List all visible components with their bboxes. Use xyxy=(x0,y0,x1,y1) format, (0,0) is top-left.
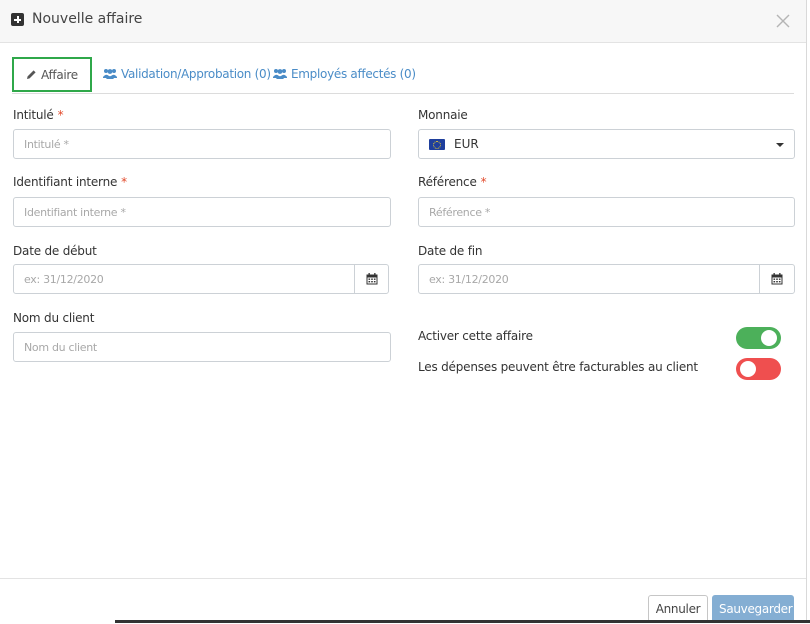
new-affaire-modal: Nouvelle affaire Affaire Validation/Appr… xyxy=(0,0,807,623)
nom-client-label: Nom du client xyxy=(13,311,95,325)
plus-square-icon xyxy=(11,13,24,26)
eu-flag-icon xyxy=(429,138,445,150)
monnaie-value: EUR xyxy=(454,137,479,151)
identifiant-label-text: Identifiant interne xyxy=(13,175,118,189)
reference-label-text: Référence xyxy=(418,175,477,189)
date-fin-input[interactable] xyxy=(418,264,760,294)
required-marker: * xyxy=(121,175,127,189)
pencil-icon xyxy=(27,70,36,79)
nom-client-input[interactable] xyxy=(13,332,391,362)
identifiant-label: Identifiant interne * xyxy=(13,175,127,189)
tab-bar: Affaire Validation/Approbation (0) Emplo… xyxy=(12,57,794,94)
date-debut-label: Date de début xyxy=(13,244,97,258)
required-marker: * xyxy=(480,175,487,189)
users-icon xyxy=(103,69,117,79)
toggle-knob xyxy=(740,361,756,377)
facturables-label: Les dépenses peuvent être facturables au… xyxy=(418,360,698,374)
save-button[interactable]: Sauvegarder xyxy=(712,595,794,623)
facturables-toggle[interactable] xyxy=(736,358,781,380)
calendar-icon xyxy=(366,273,377,285)
activer-label: Activer cette affaire xyxy=(418,329,533,343)
reference-input[interactable] xyxy=(418,197,795,227)
toggle-knob xyxy=(761,330,777,346)
date-debut-calendar-button[interactable] xyxy=(354,264,389,294)
monnaie-label: Monnaie xyxy=(418,108,468,122)
intitule-label: Intitulé * xyxy=(13,108,64,122)
date-fin-picker xyxy=(418,264,795,294)
required-marker: * xyxy=(57,108,64,122)
modal-header: Nouvelle affaire xyxy=(0,0,806,43)
modal-title: Nouvelle affaire xyxy=(32,11,143,27)
intitule-label-text: Intitulé xyxy=(13,108,54,122)
date-fin-calendar-button[interactable] xyxy=(759,264,795,294)
tab-employes[interactable]: Employés affectés (0) xyxy=(273,57,416,90)
chevron-down-icon xyxy=(776,143,784,147)
tab-validation-label: Validation/Approbation (0) xyxy=(121,66,271,81)
date-fin-label: Date de fin xyxy=(418,244,483,258)
users-icon xyxy=(273,69,287,79)
calendar-icon xyxy=(771,273,783,285)
activer-toggle[interactable] xyxy=(736,327,781,349)
intitule-input[interactable] xyxy=(13,129,391,159)
tab-affaire[interactable]: Affaire xyxy=(12,57,92,92)
date-debut-input[interactable] xyxy=(13,264,355,294)
reference-label: Référence * xyxy=(418,175,487,189)
monnaie-select[interactable]: EUR xyxy=(418,129,795,159)
tab-validation[interactable]: Validation/Approbation (0) xyxy=(103,57,271,90)
date-debut-picker xyxy=(13,264,389,294)
modal-footer: Annuler Sauvegarder xyxy=(0,578,806,624)
tab-affaire-label: Affaire xyxy=(41,67,78,82)
cancel-button[interactable]: Annuler xyxy=(648,595,708,623)
identifiant-input[interactable] xyxy=(13,197,391,227)
tab-employes-label: Employés affectés (0) xyxy=(291,66,416,81)
close-icon[interactable] xyxy=(774,12,792,30)
